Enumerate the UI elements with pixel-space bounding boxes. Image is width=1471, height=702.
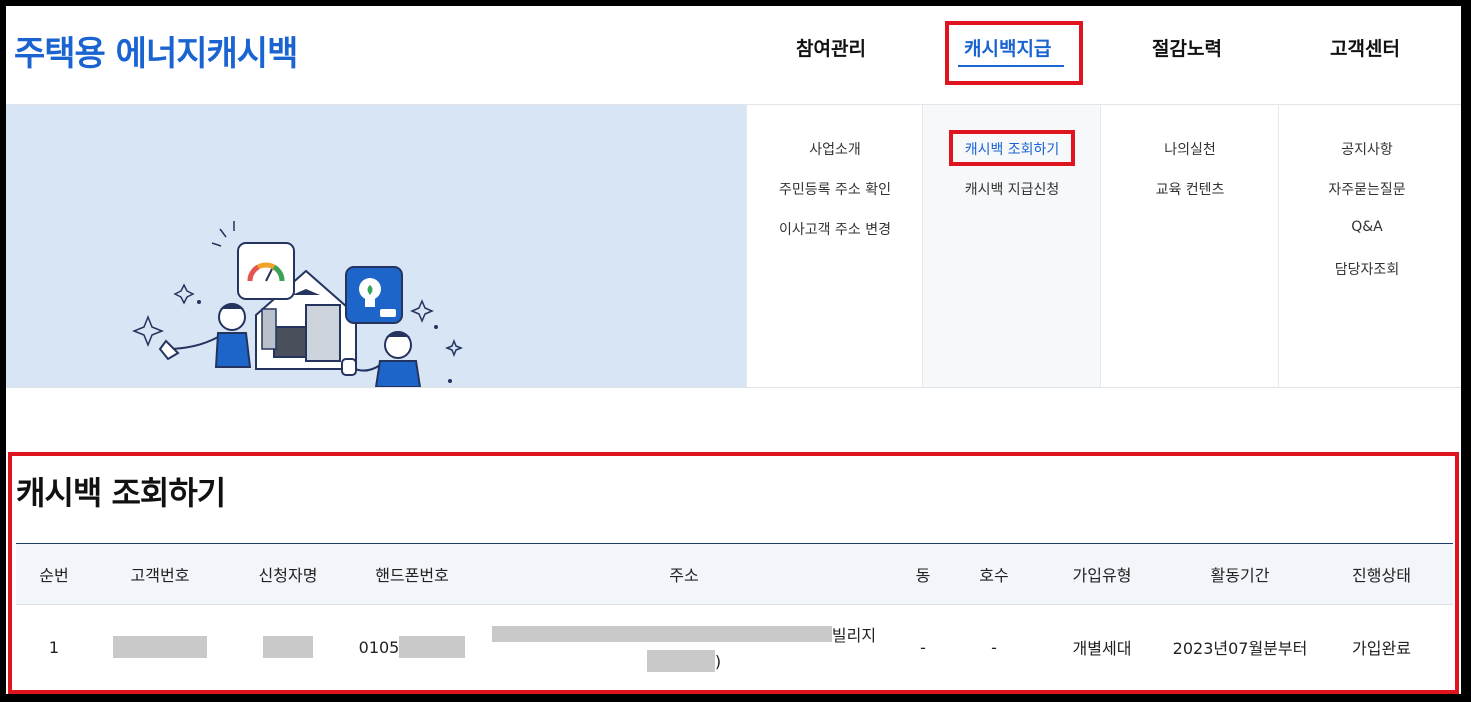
td-phone: 0105 [348,605,476,689]
menu-cashback-apply[interactable]: 캐시백 지급신청 [923,179,1101,199]
page-title: 캐시백 조회하기 [16,474,226,512]
menu-faq[interactable]: 자주묻는질문 [1279,179,1455,199]
menu-column-saving: 나의실천 교육 컨텐츠 [1100,105,1279,387]
table-row: 1 0105 빌리지 ) - - 개별세대 2023년07월분부터 가입완료 [16,605,1453,689]
nav-saving-effort[interactable]: 절감노력 [1152,34,1222,61]
menu-address-check[interactable]: 주민등록 주소 확인 [747,179,923,199]
td-applicant [228,605,348,689]
cashback-table: 순번 고객번호 신청자명 핸드폰번호 주소 동 호수 가입유형 활동기간 진행상… [16,543,1453,689]
td-customer-no [92,605,228,689]
td-join-type: 개별세대 [1072,639,1132,658]
td-no: 1 [48,637,60,657]
td-period: 2023년07월분부터 [1172,639,1308,658]
th-status: 진행상태 [1352,566,1411,585]
th-dong: 동 [915,566,931,585]
redacted-address-2 [646,650,715,672]
th-customer-no: 고객번호 [130,566,190,585]
nav-customer-center[interactable]: 고객센터 [1330,34,1400,61]
highlight-box-submenu [949,130,1075,166]
site-header: 주택용 에너지캐시백 참여관리 캐시백지급 절감노력 고객센터 [6,6,1461,105]
menu-qna[interactable]: Q&A [1279,219,1455,235]
highlight-box-nav [945,21,1083,85]
th-applicant: 신청자명 [258,566,318,585]
redacted-customer-no [113,636,207,658]
td-status: 가입완료 [1352,639,1411,658]
menu-notice[interactable]: 공지사항 [1279,139,1455,159]
menu-education[interactable]: 교육 컨텐츠 [1101,179,1279,199]
address-suffix: 빌리지 [831,626,877,645]
menu-column-participation: 사업소개 주민등록 주소 확인 이사고객 주소 변경 [746,105,923,387]
address-line-2: ) [646,650,722,672]
menu-column-cashback: 캐시백 조회하기 캐시백 지급신청 [922,105,1101,387]
page: 주택용 에너지캐시백 참여관리 캐시백지급 절감노력 고객센터 사업소개 주민등… [6,6,1461,694]
address-line-1: 빌리지 [491,622,877,646]
site-logo[interactable]: 주택용 에너지캐시백 [14,26,298,75]
table-header: 순번 고객번호 신청자명 핸드폰번호 주소 동 호수 가입유형 활동기간 진행상… [16,544,1453,605]
td-address: 빌리지 ) [476,605,892,689]
phone-prefix: 0105 [358,637,400,657]
redacted-phone [399,636,466,658]
th-join-type: 가입유형 [1072,566,1132,585]
redacted-name [263,636,313,658]
th-no: 순번 [39,566,69,585]
menu-address-change[interactable]: 이사고객 주소 변경 [747,219,923,239]
menu-my-practice[interactable]: 나의실천 [1101,139,1279,159]
menu-banner [6,105,746,388]
menu-manager-lookup[interactable]: 담당자조회 [1279,259,1455,279]
energy-saving-illustration [131,221,464,388]
td-ho: - [991,637,997,657]
th-address: 주소 [669,566,699,585]
address-close-paren: ) [714,651,722,671]
mega-menu: 사업소개 주민등록 주소 확인 이사고객 주소 변경 캐시백 조회하기 캐시백 … [6,105,1461,388]
redacted-address [491,626,832,642]
th-ho: 호수 [979,566,1009,585]
menu-business-intro[interactable]: 사업소개 [747,139,923,159]
th-phone: 핸드폰번호 [375,566,449,585]
th-period: 활동기간 [1210,566,1270,585]
nav-participation[interactable]: 참여관리 [796,34,866,61]
menu-column-customer: 공지사항 자주묻는질문 Q&A 담당자조회 [1278,105,1455,387]
td-dong: - [920,637,926,657]
